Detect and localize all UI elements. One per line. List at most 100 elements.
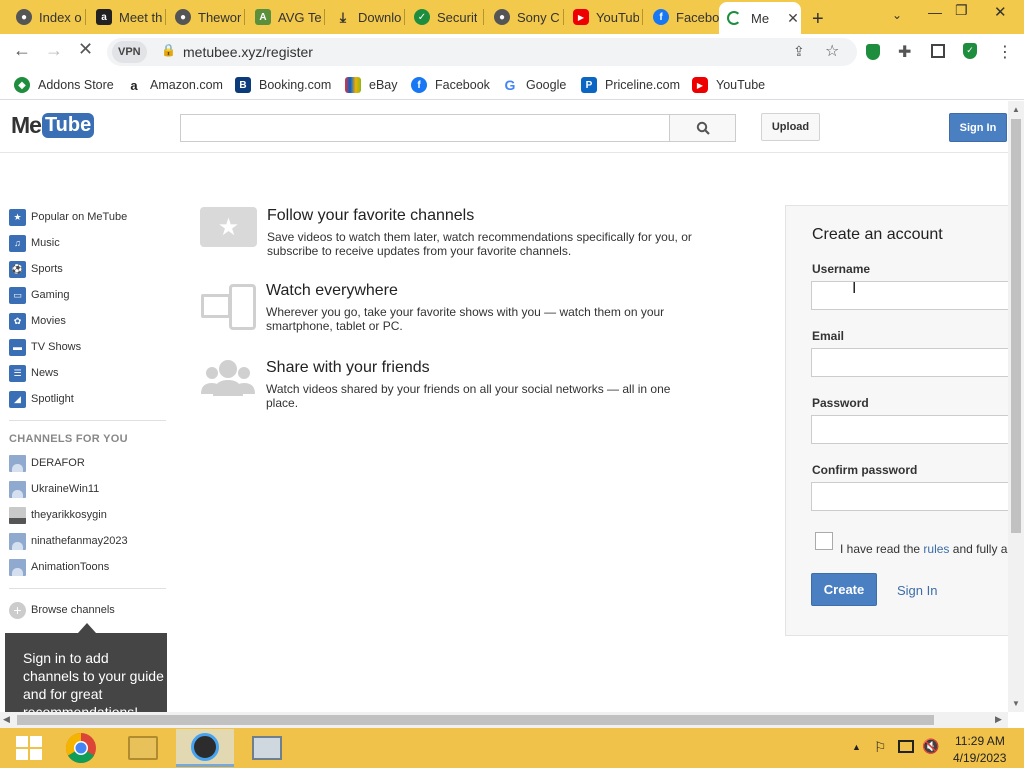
horizontal-scrollbar[interactable]: ◀ ▶ xyxy=(0,712,1008,728)
browser-tab[interactable]: ● Index o xyxy=(8,4,82,30)
security-extension-icon[interactable]: ✓ xyxy=(963,43,977,59)
restore-icon[interactable]: ❐ xyxy=(955,2,968,19)
priceline-icon: P xyxy=(581,77,597,93)
password-field[interactable] xyxy=(811,415,1008,444)
bookmark-star-icon[interactable]: ☆ xyxy=(825,41,839,61)
guide-item-popular[interactable]: ★ Popular on MeTube xyxy=(9,208,127,226)
sign-in-button[interactable]: Sign In xyxy=(949,113,1007,142)
browser-tab-active[interactable]: Me ✕ xyxy=(719,2,801,34)
lock-icon[interactable]: 🔒 xyxy=(161,43,176,57)
tab-search-icon[interactable]: ⌄ xyxy=(892,8,902,22)
agree-rules-checkbox[interactable] xyxy=(815,532,833,550)
create-button[interactable]: Create xyxy=(811,573,877,606)
guide-item-spotlight[interactable]: ◢ Spotlight xyxy=(9,390,74,408)
volume-muted-icon[interactable]: 🔇 xyxy=(922,738,939,755)
rules-link[interactable]: rules xyxy=(923,542,949,556)
browser-tab[interactable]: a Meet th xyxy=(88,4,162,30)
back-icon[interactable]: ← xyxy=(13,40,31,61)
vpn-badge[interactable]: VPN xyxy=(112,41,147,63)
taskbar-file-explorer[interactable] xyxy=(114,729,172,767)
bookmark-facebook[interactable]: f Facebook xyxy=(411,76,490,94)
channels-heading: CHANNELS FOR YOU xyxy=(9,433,128,445)
monitor-app-icon xyxy=(252,736,282,760)
new-tab-icon[interactable]: + xyxy=(812,8,824,31)
bookmark-amazon[interactable]: a Amazon.com xyxy=(126,76,223,94)
sign-in-link[interactable]: Sign In xyxy=(897,583,937,598)
email-label: Email xyxy=(812,329,845,343)
tray-overflow-icon[interactable]: ▲ xyxy=(852,742,861,752)
start-button[interactable] xyxy=(0,729,58,767)
share-icon[interactable]: ⇪ xyxy=(793,43,805,60)
browser-tab[interactable]: f Facebo xyxy=(645,4,719,30)
channel-item[interactable]: UkraineWin11 xyxy=(9,480,99,498)
channel-item[interactable]: AnimationToons xyxy=(9,558,109,576)
news-icon: ☰ xyxy=(9,364,26,382)
metube-logo[interactable]: Me Tube xyxy=(11,112,95,139)
extensions-puzzle-icon[interactable]: ✚ xyxy=(898,42,911,62)
browser-tab[interactable]: ● Thewor xyxy=(167,4,241,30)
minimize-icon[interactable]: — xyxy=(928,4,942,20)
scroll-right-arrow-icon[interactable]: ▶ xyxy=(995,714,1002,725)
clock-date[interactable]: 4/19/2023 xyxy=(953,751,1006,765)
email-field[interactable] xyxy=(811,348,1008,377)
forward-icon[interactable]: → xyxy=(45,40,63,61)
taskbar-chrome[interactable] xyxy=(52,729,110,767)
devices-icon xyxy=(201,284,258,332)
guide-item-gaming[interactable]: ▭ Gaming xyxy=(9,286,70,304)
close-tab-icon[interactable]: ✕ xyxy=(787,10,799,27)
flag-icon[interactable]: ⚐ xyxy=(874,739,887,756)
browser-tab[interactable]: ⤓ Downlo xyxy=(327,4,401,30)
channel-item[interactable]: theyarikkosygin xyxy=(9,506,107,524)
clock-time[interactable]: 11:29 AM xyxy=(955,734,1005,748)
upload-button[interactable]: Upload xyxy=(761,113,820,141)
browser-tab[interactable]: ● Sony C xyxy=(486,4,560,30)
bookmark-priceline[interactable]: P Priceline.com xyxy=(581,76,680,94)
site-header: Me Tube Upload Sign In xyxy=(0,101,1008,153)
confirm-password-field[interactable] xyxy=(811,482,1008,511)
search-button[interactable] xyxy=(669,114,736,142)
guide-item-news[interactable]: ☰ News xyxy=(9,364,59,382)
side-panel-icon[interactable] xyxy=(931,44,945,58)
create-account-panel: Create an account Username Email Passwor… xyxy=(785,205,1008,636)
vertical-scrollbar[interactable]: ▲ ▼ xyxy=(1008,101,1024,712)
taskbar-monitor-app[interactable] xyxy=(238,729,296,767)
guide-item-tv-shows[interactable]: ▬ TV Shows xyxy=(9,338,81,356)
scroll-left-arrow-icon[interactable]: ◀ xyxy=(3,714,10,725)
username-field[interactable] xyxy=(811,281,1008,310)
channel-item[interactable]: DERAFOR xyxy=(9,454,85,472)
guide-item-music[interactable]: ♫ Music xyxy=(9,234,60,252)
network-icon[interactable] xyxy=(898,740,914,753)
browser-tab[interactable]: A AVG Te xyxy=(247,4,321,30)
booking-icon: B xyxy=(235,77,251,93)
tv-icon: ▬ xyxy=(9,338,26,356)
avatar xyxy=(9,454,26,472)
bookmark-booking[interactable]: B Booking.com xyxy=(235,76,331,94)
url-text[interactable]: metubee.xyz/register xyxy=(183,44,313,60)
browse-channels-link[interactable]: + Browse channels xyxy=(9,601,115,619)
close-window-icon[interactable]: ✕ xyxy=(994,3,1007,21)
guide-item-movies[interactable]: ✿ Movies xyxy=(9,312,66,330)
bookmark-google[interactable]: G Google xyxy=(502,76,567,94)
extension-shield-icon[interactable] xyxy=(866,44,880,60)
search-input[interactable] xyxy=(180,114,670,142)
metube-page: Me Tube Upload Sign In ★ Popular on MeTu… xyxy=(0,101,1008,712)
folder-icon xyxy=(128,736,158,760)
menu-kebab-icon[interactable]: ⋮ xyxy=(997,42,1013,62)
channel-item[interactable]: ninathefanmay2023 xyxy=(9,532,128,550)
address-bar[interactable]: VPN 🔒 metubee.xyz/register ⇪ ☆ xyxy=(107,38,857,66)
bookmark-youtube[interactable]: ▶ YouTube xyxy=(692,76,765,94)
agree-rules-text: I have read the rules and fully a xyxy=(840,542,1008,556)
scroll-down-arrow-icon[interactable]: ▼ xyxy=(1012,699,1020,708)
scrollbar-thumb[interactable] xyxy=(17,715,934,725)
scrollbar-thumb[interactable] xyxy=(1011,119,1021,533)
browser-tab[interactable]: ▶ YouTub xyxy=(565,4,639,30)
taskbar-vpn-app[interactable] xyxy=(176,729,234,767)
guide-item-sports[interactable]: ⚽ Sports xyxy=(9,260,63,278)
feature-description: Wherever you go, take your favorite show… xyxy=(266,305,665,319)
scroll-up-arrow-icon[interactable]: ▲ xyxy=(1012,105,1020,114)
stop-loading-icon[interactable]: ✕ xyxy=(78,39,93,60)
bookmark-addons-store[interactable]: ◆ Addons Store xyxy=(14,76,114,94)
plus-circle-icon: + xyxy=(9,601,26,619)
browser-tab[interactable]: ✓ Securit xyxy=(406,4,480,30)
bookmark-ebay[interactable]: eBay xyxy=(345,76,398,94)
